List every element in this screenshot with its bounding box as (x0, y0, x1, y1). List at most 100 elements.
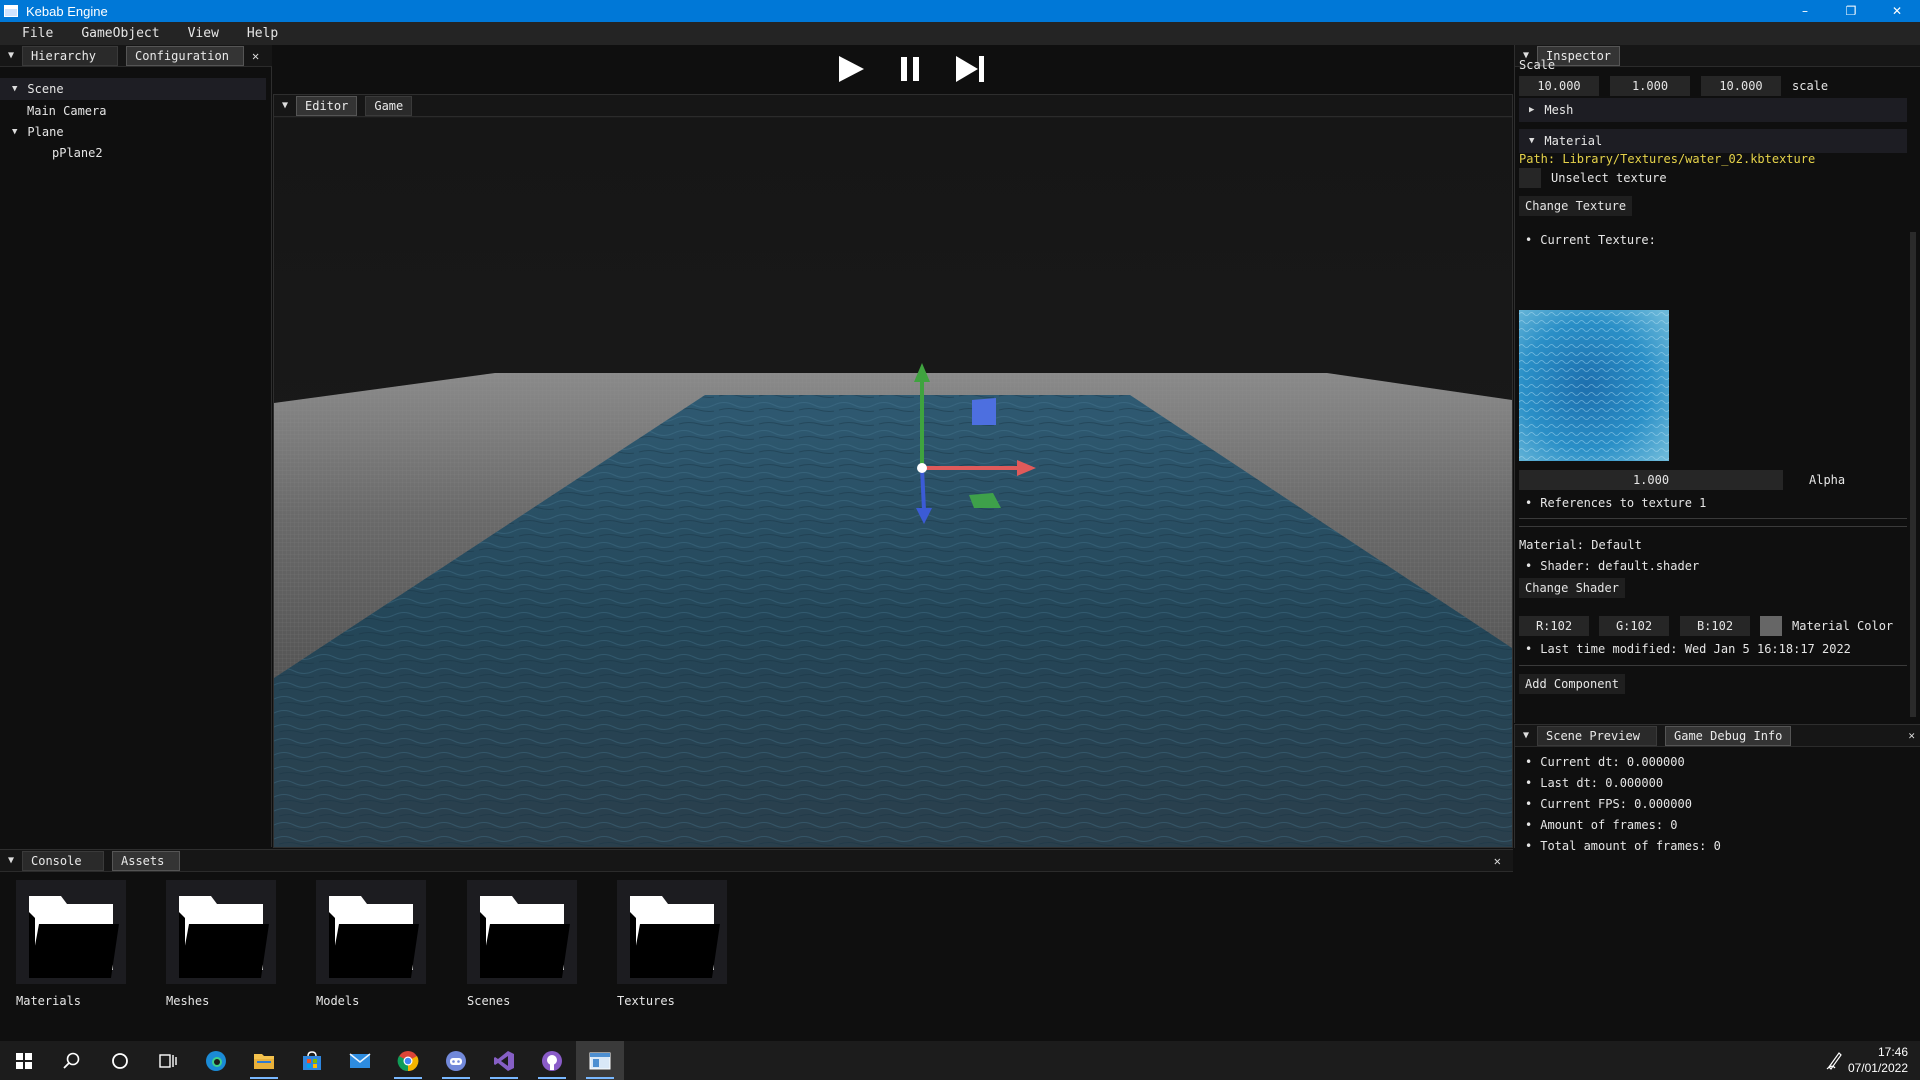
tab-scene-preview[interactable]: Scene Preview (1537, 725, 1657, 746)
task-view-icon[interactable] (144, 1041, 192, 1080)
folder-materials[interactable]: Materials (16, 880, 126, 1008)
unselect-texture-checkbox[interactable] (1519, 168, 1541, 188)
mesh-section-header[interactable]: ▶ Mesh (1519, 98, 1907, 122)
mail-icon[interactable] (336, 1041, 384, 1080)
file-explorer-icon[interactable] (240, 1041, 288, 1080)
folder-icon (630, 896, 720, 978)
debug-total-frames: Total amount of frames: 0 (1525, 839, 1721, 853)
title-bar: Kebab Engine – ❐ ✕ (0, 0, 1920, 22)
taskbar: 17:46 07/01/2022 (0, 1041, 1920, 1080)
color-b-field[interactable]: B:102 (1680, 616, 1750, 636)
store-icon[interactable] (288, 1041, 336, 1080)
scale-label: Scale (1519, 58, 1556, 72)
gizmo-center[interactable] (917, 463, 927, 473)
tab-hierarchy[interactable]: Hierarchy (22, 45, 118, 66)
gizmo-xy-plane-handle[interactable] (972, 398, 996, 425)
expand-arrow-icon[interactable]: ▼ (12, 84, 17, 94)
scale-x-field[interactable]: 10.000 (1519, 76, 1599, 96)
panel-menu-arrow-icon[interactable]: ▼ (1515, 730, 1537, 741)
scene-view[interactable] (274, 118, 1512, 848)
cortana-icon[interactable] (96, 1041, 144, 1080)
menu-help[interactable]: Help (247, 26, 278, 41)
add-component-button[interactable]: Add Component (1519, 674, 1625, 694)
folder-scenes[interactable]: Scenes (467, 880, 577, 1008)
unselect-texture-label: Unselect texture (1551, 171, 1667, 185)
tab-assets[interactable]: Assets (112, 850, 180, 871)
folder-meshes[interactable]: Meshes (166, 880, 276, 1008)
panel-menu-arrow-icon[interactable]: ▼ (0, 855, 22, 866)
close-panel-icon[interactable]: ✕ (1908, 729, 1915, 742)
folder-icon (179, 896, 269, 978)
close-panel-icon[interactable]: ✕ (252, 49, 259, 63)
material-color-label: Material Color (1792, 619, 1894, 633)
gizmo-z-axis[interactable] (920, 467, 926, 511)
expand-arrow-icon[interactable]: ▼ (12, 127, 17, 137)
visual-studio-icon[interactable] (480, 1041, 528, 1080)
folder-textures[interactable]: Textures (617, 880, 727, 1008)
play-toolbar (273, 45, 1513, 93)
folder-label: Scenes (467, 994, 511, 1008)
change-texture-button[interactable]: Change Texture (1519, 196, 1633, 216)
tab-configuration[interactable]: Configuration (126, 45, 244, 66)
divider (1519, 518, 1907, 519)
inspector-scrollbar[interactable] (1910, 232, 1916, 717)
pause-icon (901, 57, 919, 81)
edge-icon[interactable] (192, 1041, 240, 1080)
folder-label: Materials (16, 994, 82, 1008)
tab-game[interactable]: Game (365, 95, 413, 116)
menu-bar: File GameObject View Help (0, 22, 1920, 45)
step-button[interactable] (952, 53, 988, 85)
close-button[interactable]: ✕ (1874, 0, 1920, 22)
close-panel-icon[interactable]: ✕ (1494, 854, 1501, 868)
tree-label: Plane (27, 125, 64, 139)
github-icon[interactable] (528, 1041, 576, 1080)
maximize-button[interactable]: ❐ (1828, 0, 1874, 22)
scale-z-field[interactable]: 10.000 (1701, 76, 1781, 96)
color-r-field[interactable]: R:102 (1519, 616, 1589, 636)
folder-label: Models (316, 994, 360, 1008)
folder-label: Meshes (166, 994, 210, 1008)
pause-button[interactable] (892, 53, 928, 85)
scale-suffix-label: scale (1792, 79, 1829, 93)
change-shader-button[interactable]: Change Shader (1519, 578, 1625, 598)
scale-y-field[interactable]: 1.000 (1610, 76, 1690, 96)
play-button[interactable] (833, 53, 869, 85)
windows-start-icon[interactable] (0, 1041, 48, 1080)
assets-panel: ▼ Console Assets ✕ Materials Meshes Mode… (0, 849, 1513, 1041)
minimize-button[interactable]: – (1782, 0, 1828, 22)
discord-icon[interactable] (432, 1041, 480, 1080)
pen-workspace-icon[interactable] (1826, 1050, 1844, 1074)
divider (1519, 526, 1907, 527)
search-icon[interactable] (48, 1041, 96, 1080)
tab-console[interactable]: Console (22, 850, 104, 871)
texture-references: References to texture 1 (1525, 496, 1706, 510)
tree-item-pplane2[interactable]: pPlane2 (52, 146, 103, 160)
tree-label: pPlane2 (52, 146, 103, 160)
menu-file[interactable]: File (22, 26, 53, 41)
menu-view[interactable]: View (188, 26, 219, 41)
step-icon (956, 56, 984, 82)
folder-models[interactable]: Models (316, 880, 426, 1008)
texture-preview (1519, 310, 1669, 461)
last-modified: Last time modified: Wed Jan 5 16:18:17 2… (1525, 642, 1851, 656)
system-clock[interactable]: 17:46 07/01/2022 (1848, 1044, 1908, 1076)
divider (1519, 665, 1907, 666)
current-texture-label: Current Texture: (1525, 233, 1656, 247)
color-g-field[interactable]: G:102 (1599, 616, 1669, 636)
hierarchy-panel: ▼ Hierarchy Configuration ✕ ▼ Scene Main… (0, 45, 272, 847)
tab-editor[interactable]: Editor (296, 95, 358, 116)
panel-menu-arrow-icon[interactable]: ▼ (274, 100, 296, 111)
tree-item-scene[interactable]: ▼ Scene (0, 78, 266, 100)
folder-label: Textures (617, 994, 675, 1008)
menu-gameobject[interactable]: GameObject (81, 26, 159, 41)
material-section-header[interactable]: ▼ Material (1519, 129, 1907, 153)
chrome-icon[interactable] (384, 1041, 432, 1080)
alpha-slider[interactable]: 1.000 (1519, 470, 1783, 490)
editor-viewport[interactable]: ▼ Editor Game (273, 94, 1513, 848)
panel-menu-arrow-icon[interactable]: ▼ (0, 50, 22, 61)
tree-item-plane[interactable]: ▼ Plane (12, 125, 64, 139)
color-swatch[interactable] (1760, 616, 1782, 636)
kebab-engine-icon[interactable] (576, 1041, 624, 1080)
tab-game-debug-info[interactable]: Game Debug Info (1665, 725, 1792, 746)
tree-item-main-camera[interactable]: Main Camera (27, 104, 106, 118)
